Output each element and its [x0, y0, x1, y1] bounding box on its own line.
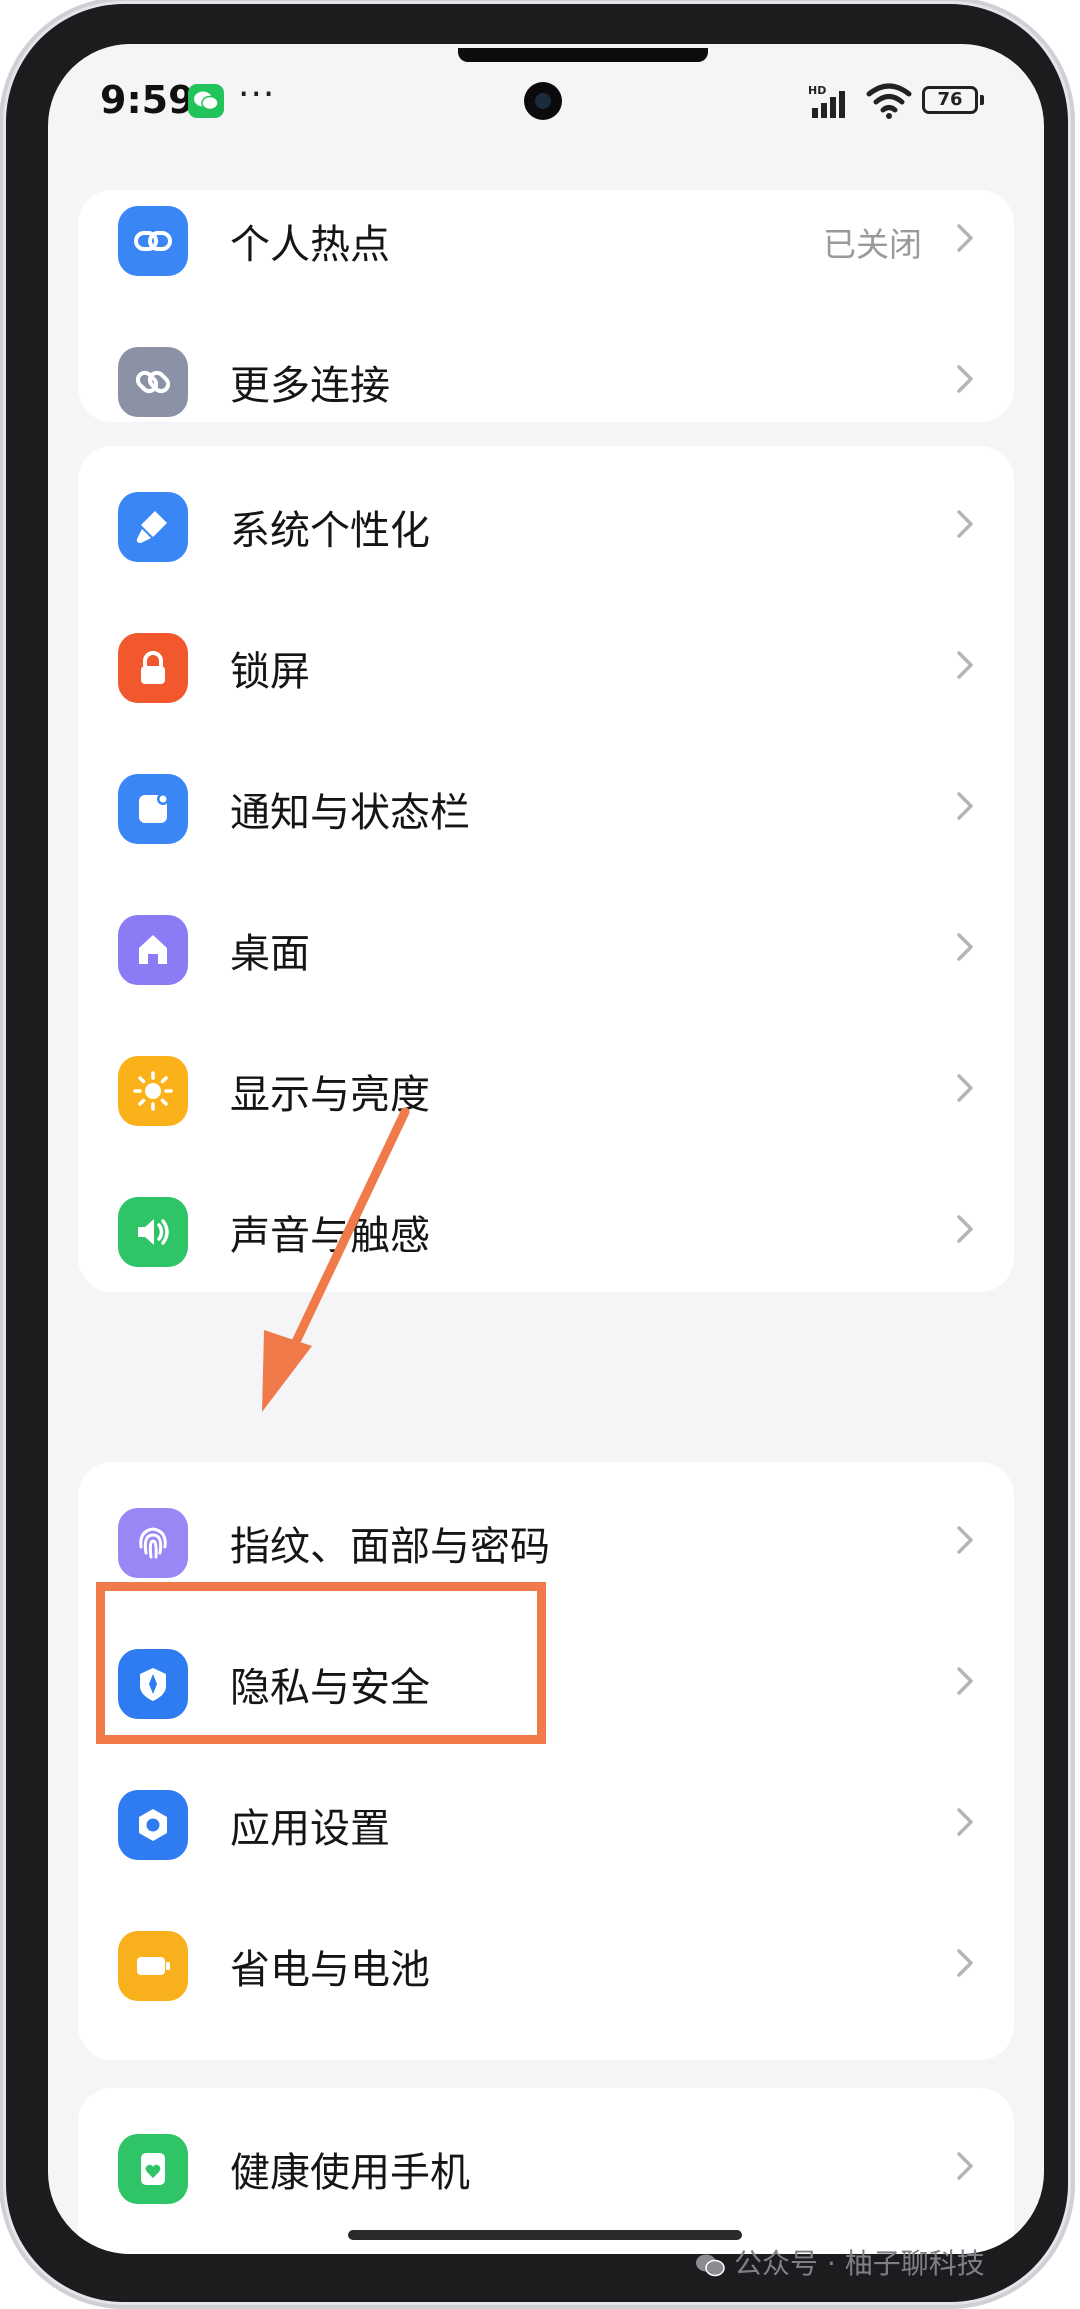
watermark-text: 公众号 · 柚子聊科技 [734, 2247, 985, 2280]
watermark: 公众号 · 柚子聊科技 [694, 2242, 985, 2282]
annotation-arrow [262, 1107, 410, 1412]
wechat-logo-icon [696, 2254, 725, 2277]
annotation-highlight-box [96, 1582, 546, 1744]
